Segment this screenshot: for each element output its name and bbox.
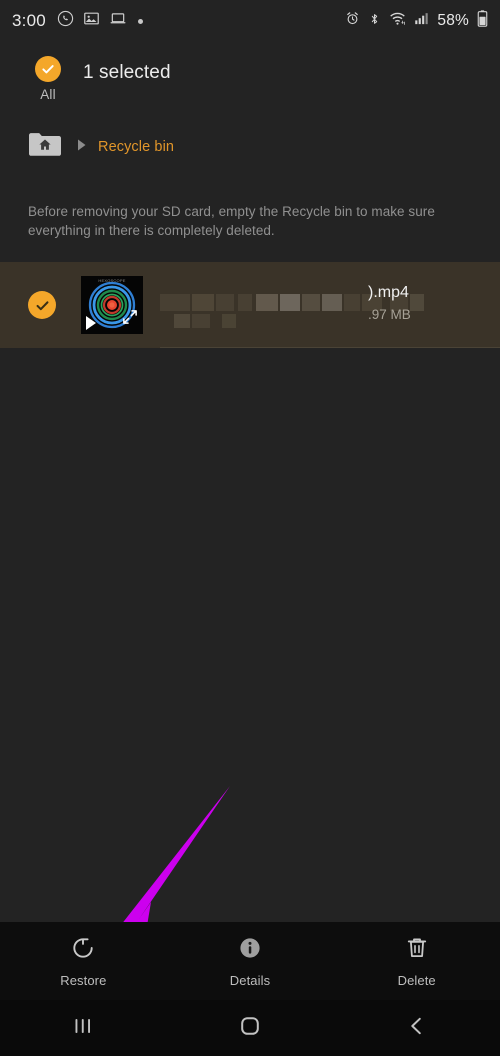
android-navigation-bar (0, 1000, 500, 1056)
image-icon (83, 10, 100, 32)
recents-icon (71, 1016, 95, 1041)
whatsapp-icon (57, 10, 74, 32)
file-list-area (0, 348, 500, 922)
status-bar-left: 3:00 (12, 10, 143, 32)
recycle-bin-info-note: Before removing your SD card, empty the … (28, 204, 435, 238)
restore-label: Restore (60, 972, 107, 988)
select-all-control[interactable]: All (28, 56, 68, 102)
file-meta: ).mp4 .97 MB (368, 284, 488, 322)
details-button[interactable]: Details (167, 935, 334, 988)
signal-icon (414, 11, 429, 31)
restore-icon (70, 935, 96, 966)
laptop-icon (109, 10, 127, 32)
play-icon (86, 316, 96, 330)
file-name: ).mp4 (368, 284, 409, 301)
recents-button[interactable] (0, 1016, 167, 1041)
action-toolbar: Restore Details Delete (0, 922, 500, 1000)
back-chevron-icon (406, 1015, 428, 1042)
trash-icon (404, 935, 430, 966)
alarm-icon (345, 11, 360, 31)
status-bar: 3:00 58% (0, 0, 500, 42)
restore-button[interactable]: Restore (0, 935, 167, 988)
breadcrumb-current[interactable]: Recycle bin (98, 139, 174, 155)
expand-arrows-icon[interactable] (121, 308, 139, 331)
details-label: Details (229, 972, 271, 988)
chevron-right-icon (76, 138, 88, 157)
check-icon (36, 300, 48, 310)
more-notifications-dot (137, 18, 143, 24)
bluetooth-icon (368, 11, 381, 32)
breadcrumb: Recycle bin (0, 130, 500, 164)
delete-button[interactable]: Delete (333, 935, 500, 988)
info-icon (237, 935, 263, 966)
folder-home-icon[interactable] (28, 131, 62, 163)
file-item-checkbox[interactable] (28, 291, 56, 319)
status-time: 3:00 (12, 11, 46, 30)
file-size: .97 MB (368, 307, 411, 322)
select-all-label: All (40, 87, 56, 102)
back-button[interactable] (333, 1015, 500, 1042)
delete-label: Delete (397, 972, 436, 988)
wifi-icon (389, 11, 406, 31)
status-bar-right: 58% (345, 10, 488, 32)
file-list-item[interactable]: HEXOSCOPE).mp4 .97 MB (0, 262, 500, 348)
check-icon (42, 65, 54, 74)
home-button[interactable] (167, 1014, 334, 1043)
selected-count-label: 1 selected (83, 62, 171, 83)
battery-icon (477, 10, 488, 32)
home-icon (238, 1014, 262, 1043)
selection-header: All 1 selected (0, 52, 500, 114)
select-all-checkbox[interactable] (35, 56, 61, 82)
battery-percent-label: 58% (437, 12, 469, 29)
video-thumbnail[interactable]: HEXOSCOPE (81, 276, 143, 334)
